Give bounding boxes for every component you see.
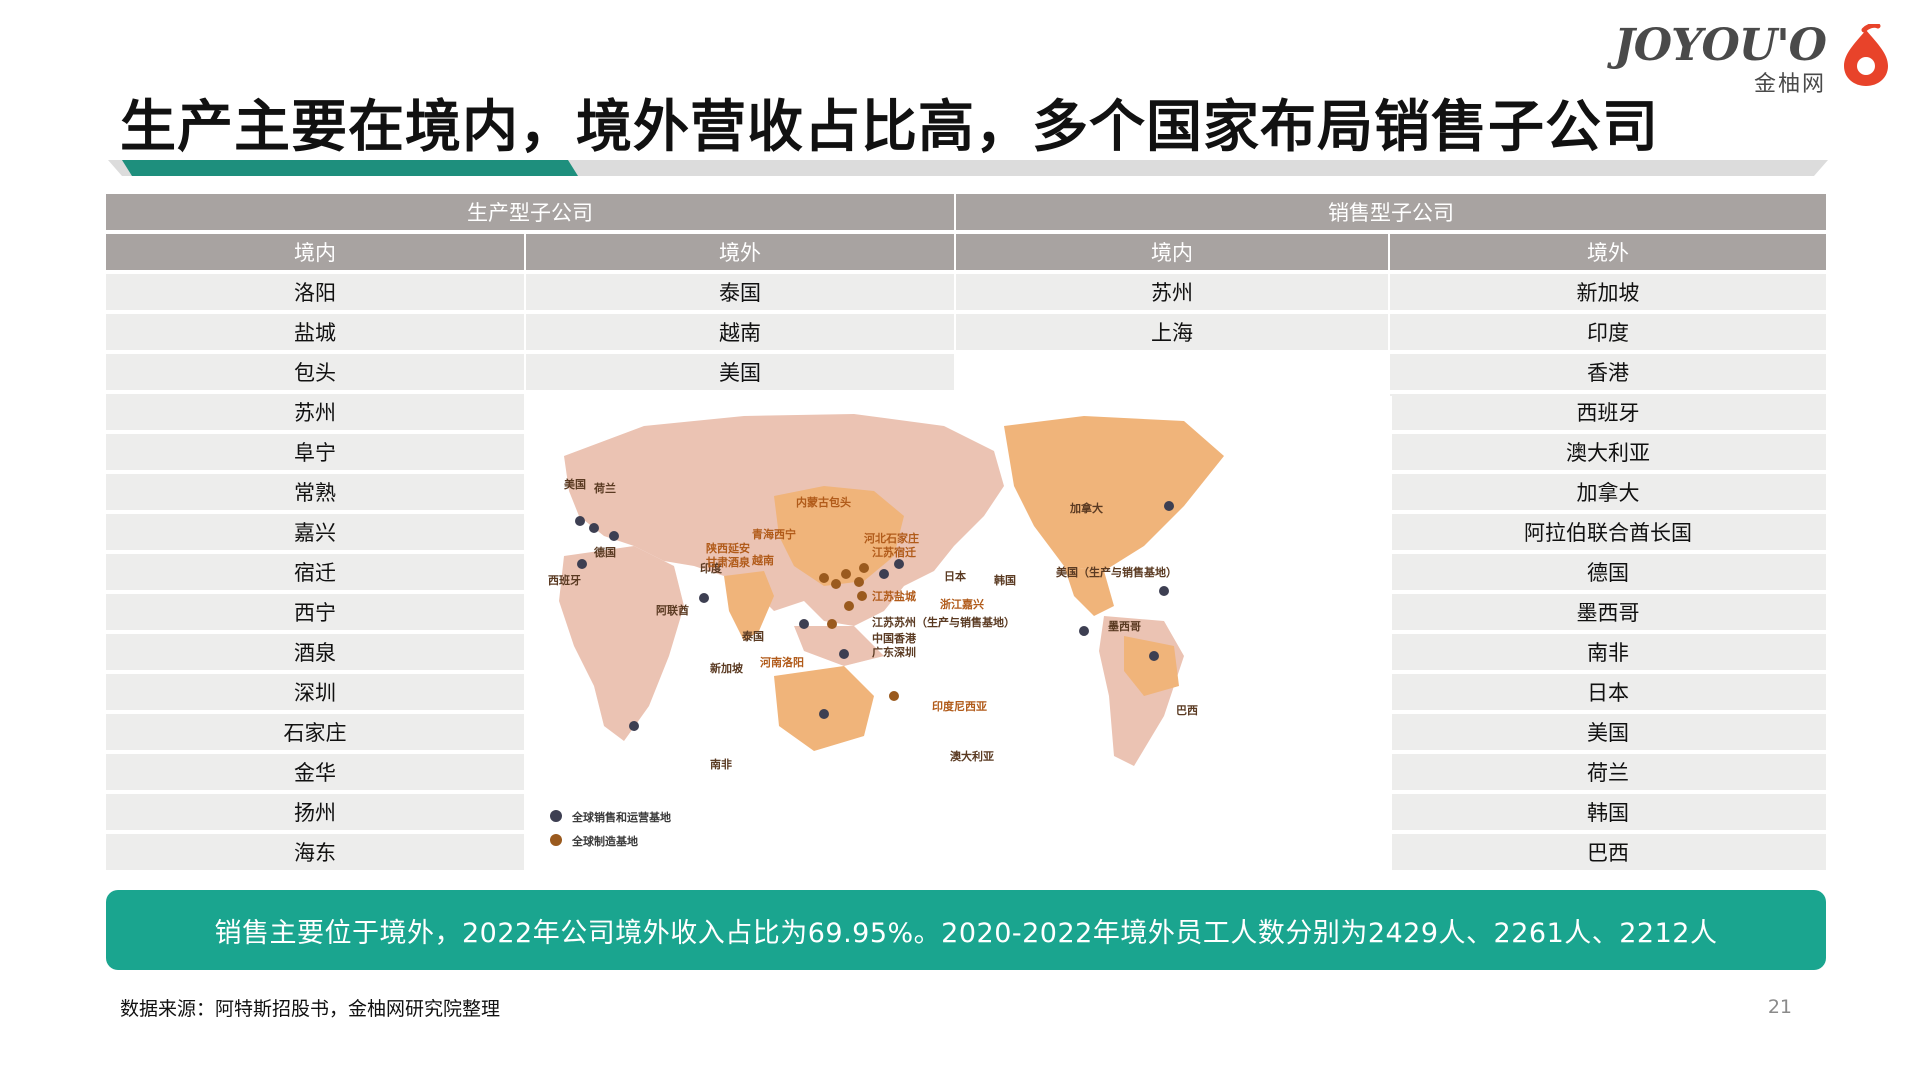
map-label: 墨西哥 [1108,620,1141,633]
column-header: 境外 [1390,234,1826,270]
column-header: 境内 [106,234,524,270]
world-map-drawing [550,414,1224,846]
group-header-production: 生产型子公司 [106,194,954,230]
logo-subtitle: 金柚网 [1753,72,1826,97]
table-cell: 包头 [106,354,524,390]
map-label: 南非 [710,758,732,771]
map-label: 加拿大 [1070,502,1103,515]
table-cell: 酒泉 [106,634,524,670]
table-cell: 印度 [1390,314,1826,350]
table-cell: 泰国 [526,274,954,310]
map-label: 韩国 [994,574,1016,587]
map-label: 河南洛阳 [760,656,804,669]
page-number: 21 [1767,996,1792,1018]
australia-landmass [774,666,874,751]
map-label: 江苏盐城 [872,590,916,603]
table-cell: 西宁 [106,594,524,630]
logo-mark-icon [1844,24,1888,86]
table-cell: 常熟 [106,474,524,510]
table-cell: 上海 [956,314,1388,350]
table-cell: 荷兰 [1390,754,1826,790]
table-cell: 香港 [1390,354,1826,390]
north-america-landmass [1004,416,1224,571]
table-cell: 海东 [106,834,524,870]
column-header: 境内 [956,234,1388,270]
group-header-sales: 销售型子公司 [956,194,1826,230]
title-underline-decoration [108,160,1828,176]
brand-logo: JOYOU'O 金柚网 [1614,18,1898,97]
table-cell: 墨西哥 [1390,594,1826,630]
table-cell: 扬州 [106,794,524,830]
table-cell: 金华 [106,754,524,790]
table-cell: 阜宁 [106,434,524,470]
table-cell: 美国 [526,354,954,390]
map-label: 德国 [594,546,616,559]
map-label: 新加坡 [710,662,743,675]
table-cell: 洛阳 [106,274,524,310]
map-label: 内蒙古包头 [796,496,851,509]
table-cell: 韩国 [1390,794,1826,830]
map-label: 美国（生产与销售基地） [1056,566,1177,579]
map-label: 越南 [752,554,774,567]
map-label: 浙江嘉兴 [940,598,984,611]
map-label: 甘肃酒泉 [706,556,750,569]
map-label: 美国 [564,478,586,491]
map-label: 泰国 [742,630,764,643]
column-header: 境外 [526,234,954,270]
map-legend-manufacturing: 全球制造基地 [572,833,638,849]
table-cell: 新加坡 [1390,274,1826,310]
table-cell: 西班牙 [1390,394,1826,430]
logo-wordmark: JOYOU'O [1613,20,1827,71]
map-label: 巴西 [1176,704,1198,717]
table-cell: 苏州 [956,274,1388,310]
map-label: 西班牙 [548,574,581,587]
table-cell: 深圳 [106,674,524,710]
table-cell: 美国 [1390,714,1826,750]
table-cell: 石家庄 [106,714,524,750]
map-label: 江苏宿迁 [872,546,916,559]
table-cell: 澳大利亚 [1390,434,1826,470]
map-label: 荷兰 [594,482,616,495]
table-cell: 巴西 [1390,834,1826,870]
table-cell: 日本 [1390,674,1826,710]
table-cell: 苏州 [106,394,524,430]
map-legend-sales: 全球销售和运营基地 [572,809,671,825]
table-cell: 嘉兴 [106,514,524,550]
table-cell: 南非 [1390,634,1826,670]
table-cell: 阿拉伯联合酋长国 [1390,514,1826,550]
table-cell: 盐城 [106,314,524,350]
table-cell: 宿迁 [106,554,524,590]
summary-banner: 销售主要位于境外，2022年公司境外收入占比为69.95%。2020-2022年… [106,890,1826,970]
table-cell: 加拿大 [1390,474,1826,510]
southeast-asia-landmass [794,626,884,666]
map-label: 阿联酋 [656,604,689,617]
map-label: 日本 [944,570,966,583]
map-label: 澳大利亚 [950,750,994,763]
map-label: 广东深圳 [872,646,916,659]
legend-label: 全球销售和运营基地 [572,811,671,824]
map-label: 印度尼西亚 [932,700,987,713]
world-map: 美国 荷兰 德国 西班牙 阿联酋 泰国 印度 越南 新加坡 内蒙古包头 青海西宁… [524,396,1392,872]
table-cell: 德国 [1390,554,1826,590]
map-label: 青海西宁 [752,528,796,541]
table-cell: 越南 [526,314,954,350]
page-title: 生产主要在境内，境外营收占比高，多个国家布局销售子公司 [120,95,1659,160]
data-source: 数据来源：阿特斯招股书，金柚网研究院整理 [120,998,501,1020]
legend-label: 全球制造基地 [572,835,638,848]
map-label: 江苏苏州（生产与销售基地） [872,616,1015,629]
